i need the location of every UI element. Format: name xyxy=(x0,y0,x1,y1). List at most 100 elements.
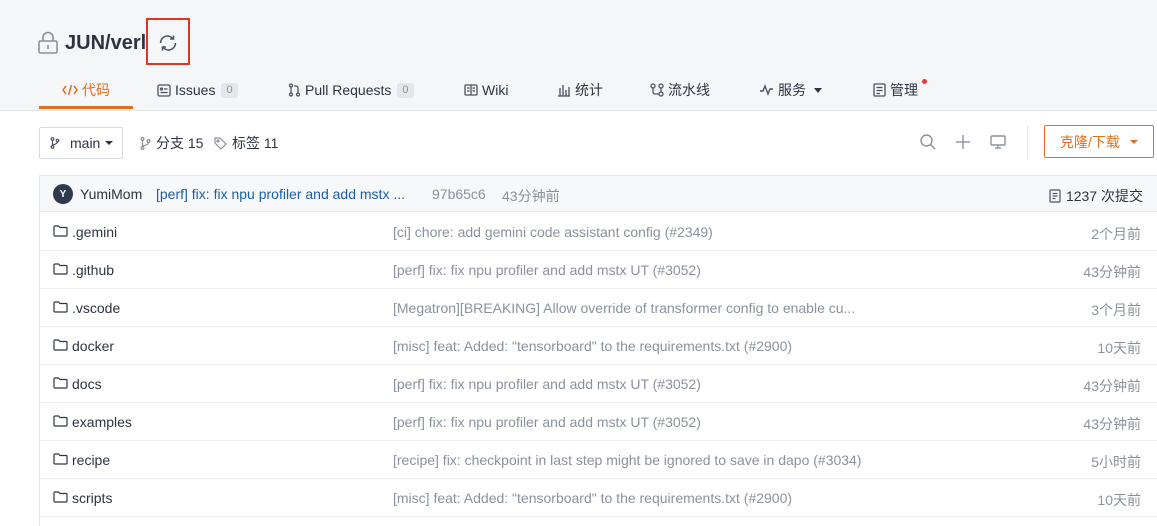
monitor-icon[interactable] xyxy=(989,133,1007,151)
folder-icon xyxy=(53,453,68,465)
file-name[interactable]: scripts xyxy=(72,490,112,506)
tags-link[interactable]: 标签 11 xyxy=(214,133,278,153)
clone-download-label: 克隆/下载 xyxy=(1060,133,1120,150)
file-commit-message[interactable]: [misc] feat: Added: "tensorboard" to the… xyxy=(393,338,792,354)
tab-stats[interactable]: 统计 xyxy=(557,70,603,110)
services-icon xyxy=(760,84,773,96)
table-row[interactable]: .gemini [ci] chore: add gemini code assi… xyxy=(40,213,1157,251)
file-name[interactable]: .vscode xyxy=(72,300,120,316)
table-row[interactable]: recipe [recipe] fix: checkpoint in last … xyxy=(40,441,1157,479)
clone-download-button[interactable]: 克隆/下载 xyxy=(1044,125,1154,158)
branch-icon xyxy=(50,137,60,149)
tag-icon xyxy=(214,136,227,150)
pull-request-icon xyxy=(288,83,301,97)
file-name[interactable]: recipe xyxy=(72,452,110,468)
avatar[interactable]: Y xyxy=(53,184,73,204)
file-commit-time: 43分钟前 xyxy=(1083,378,1141,394)
file-list: Y YumiMom [perf] fix: fix npu profiler a… xyxy=(39,175,1157,526)
repo-tabs: 代码 Issues 0 Pull Requests 0 Wiki 统计 流水线 … xyxy=(0,70,1157,110)
commits-icon xyxy=(1049,189,1061,203)
commit-author[interactable]: YumiMom xyxy=(80,186,142,202)
file-commit-message[interactable]: [recipe] fix: checkpoint in last step mi… xyxy=(393,452,862,468)
tab-label: Wiki xyxy=(482,82,509,98)
branch-select[interactable]: main xyxy=(39,127,123,159)
file-commit-message[interactable]: [ci] chore: add gemini code assistant co… xyxy=(393,224,713,240)
table-row[interactable]: docs [perf] fix: fix npu profiler and ad… xyxy=(40,365,1157,403)
table-row[interactable]: examples [perf] fix: fix npu profiler an… xyxy=(40,403,1157,441)
pipeline-icon xyxy=(650,83,664,97)
file-commit-time: 2个月前 xyxy=(1091,226,1141,242)
tab-wiki[interactable]: Wiki xyxy=(464,70,508,110)
tab-code[interactable]: 代码 xyxy=(62,70,110,110)
branch-name: main xyxy=(70,135,101,151)
table-row[interactable]: docker [misc] feat: Added: "tensorboard"… xyxy=(40,327,1157,365)
repo-header: JUN/verl 代码 Issues 0 Pull Requests 0 Wik… xyxy=(0,0,1157,111)
folder-icon xyxy=(53,301,68,313)
file-commit-message[interactable]: [Megatron][BREAKING] Allow override of t… xyxy=(393,300,855,316)
wiki-icon xyxy=(464,84,478,96)
notification-dot xyxy=(922,79,927,84)
stats-icon xyxy=(558,84,570,97)
tab-issues[interactable]: Issues 0 xyxy=(157,70,238,110)
search-icon[interactable] xyxy=(919,133,937,151)
file-commit-message[interactable]: [perf] fix: fix npu profiler and add mst… xyxy=(393,376,701,392)
tab-label: 统计 xyxy=(575,82,603,98)
file-commit-message[interactable]: [perf] fix: fix npu profiler and add mst… xyxy=(393,414,701,430)
branch-icon xyxy=(140,136,151,150)
tab-pull-requests[interactable]: Pull Requests 0 xyxy=(288,70,414,110)
branches-count: 分支 15 xyxy=(156,135,204,151)
tab-pipeline[interactable]: 流水线 xyxy=(650,70,710,110)
folder-icon xyxy=(53,415,68,427)
file-commit-time: 43分钟前 xyxy=(1083,264,1141,280)
tab-label: 服务 xyxy=(778,82,806,98)
file-name[interactable]: .github xyxy=(72,262,114,278)
chevron-down-icon xyxy=(1129,139,1138,144)
folder-icon xyxy=(53,225,68,237)
sync-button[interactable] xyxy=(146,18,190,65)
commit-hash[interactable]: 97b65c6 xyxy=(432,186,486,202)
folder-icon xyxy=(53,263,68,275)
code-icon xyxy=(62,84,78,96)
repo-title[interactable]: JUN/verl xyxy=(65,30,146,56)
tab-label: Pull Requests xyxy=(305,82,392,98)
plus-icon[interactable] xyxy=(954,133,972,151)
file-commit-time: 43分钟前 xyxy=(1083,416,1141,432)
chevron-down-icon xyxy=(814,87,822,93)
file-name[interactable]: docker xyxy=(72,338,114,354)
file-commit-time: 10天前 xyxy=(1097,340,1141,356)
file-name[interactable]: docs xyxy=(72,376,102,392)
table-row[interactable]: scripts [misc] feat: Added: "tensorboard… xyxy=(40,479,1157,517)
commits-count: 1237 次提交 xyxy=(1065,188,1143,204)
file-name[interactable]: .gemini xyxy=(72,224,117,240)
pull-requests-count-badge: 0 xyxy=(397,82,414,98)
chevron-down-icon xyxy=(105,141,114,145)
table-row[interactable]: .vscode [Megatron][BREAKING] Allow overr… xyxy=(40,289,1157,327)
tab-label: 管理 xyxy=(890,82,918,98)
toolbar-divider xyxy=(1027,125,1028,159)
commits-count-link[interactable]: 1237 次提交 xyxy=(1049,186,1143,206)
commit-time: 43分钟前 xyxy=(502,188,560,204)
folder-icon xyxy=(53,339,68,351)
active-tab-indicator xyxy=(39,106,133,109)
tab-services[interactable]: 服务 xyxy=(759,70,822,110)
issues-count-badge: 0 xyxy=(221,82,238,98)
manage-icon xyxy=(873,83,886,97)
file-commit-time: 3个月前 xyxy=(1091,302,1141,318)
tags-count: 标签 11 xyxy=(232,135,279,151)
tab-label: 代码 xyxy=(82,82,110,98)
commit-message-link[interactable]: [perf] fix: fix npu profiler and add mst… xyxy=(156,186,405,202)
file-commit-message[interactable]: [perf] fix: fix npu profiler and add mst… xyxy=(393,262,701,278)
tab-label: 流水线 xyxy=(668,82,710,98)
lock-icon xyxy=(38,31,58,54)
file-commit-time: 5小时前 xyxy=(1091,454,1141,470)
tab-label: Issues xyxy=(175,82,216,98)
file-commit-message[interactable]: [misc] feat: Added: "tensorboard" to the… xyxy=(393,490,792,506)
file-name[interactable]: examples xyxy=(72,414,132,430)
tab-manage[interactable]: 管理 xyxy=(873,70,918,110)
table-row[interactable]: .github [perf] fix: fix npu profiler and… xyxy=(40,251,1157,289)
file-commit-time: 10天前 xyxy=(1097,492,1141,508)
folder-icon xyxy=(53,491,68,503)
latest-commit-bar: Y YumiMom [perf] fix: fix npu profiler a… xyxy=(40,176,1157,212)
branches-link[interactable]: 分支 15 xyxy=(140,133,203,153)
issues-icon xyxy=(157,83,171,97)
